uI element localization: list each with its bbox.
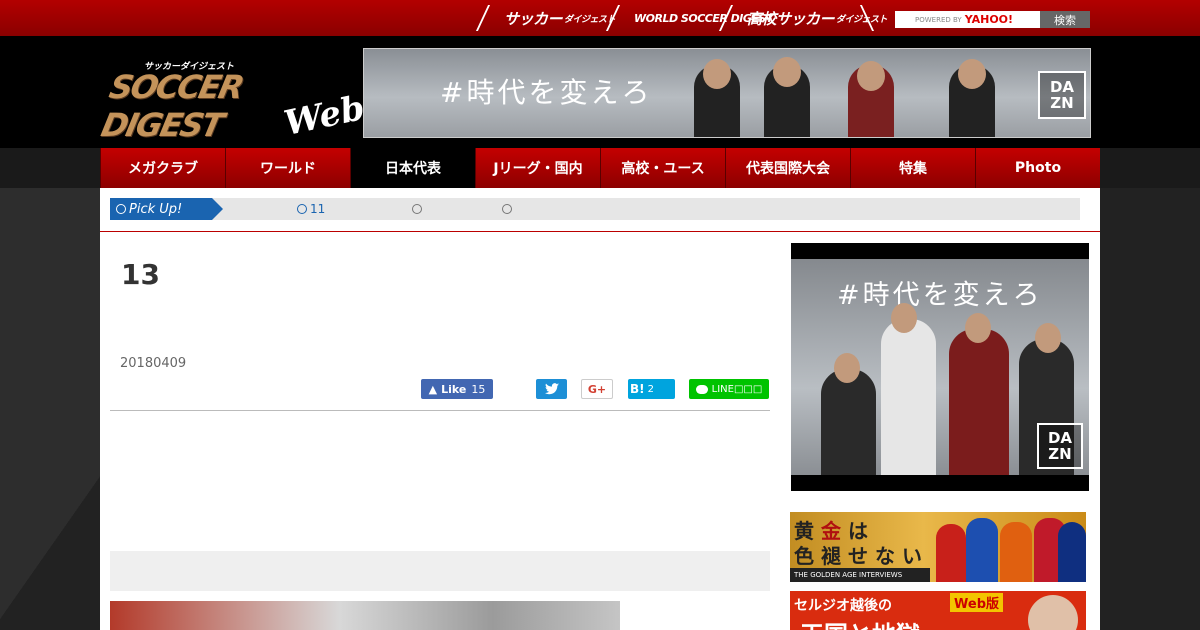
ad-person xyxy=(1000,522,1032,582)
twitter-bird-icon xyxy=(544,383,559,395)
dazn-line2: ZN xyxy=(1048,445,1072,463)
pickup-label-text: Pick Up! xyxy=(129,201,183,217)
article-photo xyxy=(110,601,620,630)
pickup-item[interactable] xyxy=(502,202,515,216)
twitter-share-button[interactable] xyxy=(536,379,567,399)
site-logo[interactable]: サッカーダイジェスト SOCCER DIGEST Web xyxy=(98,58,368,144)
ad-person xyxy=(966,518,998,582)
header-banner-ad[interactable]: #時代を変えろ DA ZN xyxy=(363,48,1091,138)
dazn-line1: DA xyxy=(1047,428,1073,447)
check-icon xyxy=(116,204,126,214)
dazn-logo: DA ZN xyxy=(1037,423,1083,469)
ad-person xyxy=(949,329,1009,475)
divider xyxy=(100,231,1100,232)
top-link-soccer-digest[interactable]: サッカー ダイジェスト xyxy=(475,2,616,34)
dazn-line1: DA xyxy=(1049,77,1075,96)
sergio-sub: 天国と地獄 xyxy=(800,615,920,630)
placeholder-bar xyxy=(110,551,770,591)
title-char: い xyxy=(902,544,922,568)
banner-face xyxy=(703,59,731,89)
ad-face xyxy=(965,313,991,343)
nav-item-photo[interactable]: Photo xyxy=(975,148,1100,188)
search-button[interactable]: 検索 xyxy=(1040,11,1090,28)
ad-face xyxy=(1028,595,1078,630)
ad-face xyxy=(891,303,917,333)
google-plus-button[interactable]: G+ xyxy=(581,379,613,399)
pickup-bar: Pick Up! 11 xyxy=(110,198,1080,220)
web-badge: Web版 xyxy=(950,593,1003,612)
yahoo-logo: YAHOO! xyxy=(964,13,1014,26)
nav-item-megaclub[interactable]: メガクラブ xyxy=(100,148,225,188)
search-powered-label: POWERED BY xyxy=(915,15,962,24)
nav-item-feature[interactable]: 特集 xyxy=(850,148,975,188)
title-char: せ xyxy=(848,544,868,568)
sidebar-ad-sergio[interactable]: セルジオ越後の Web版 天国と地獄 xyxy=(790,591,1086,630)
hatena-bookmark-button[interactable]: B! 2 xyxy=(628,379,675,399)
facebook-like-label: Like xyxy=(441,382,467,396)
ad-person xyxy=(881,319,936,475)
nav-item-high-school-youth[interactable]: 高校・ユース xyxy=(600,148,725,188)
ad-person xyxy=(821,369,876,475)
banner-face xyxy=(773,57,801,87)
line-share-button[interactable]: LINE□□□ xyxy=(689,379,769,399)
nav-item-j-league[interactable]: Jリーグ・国内 xyxy=(475,148,600,188)
facebook-like-button[interactable]: ▲ Like 15 xyxy=(421,379,493,399)
hatena-count: 2 xyxy=(647,383,654,395)
chevron-icon xyxy=(475,5,501,31)
title-char: な xyxy=(875,544,895,568)
top-bar: サッカー ダイジェスト WORLD SOCCER DIGEST 高校サッカー ダ… xyxy=(0,0,1200,36)
top-link-label: 高校サッカー xyxy=(747,9,835,28)
ad-face xyxy=(1035,323,1061,353)
dazn-logo: DA ZN xyxy=(1038,71,1086,119)
article-title: 13 xyxy=(121,258,160,291)
ad-face xyxy=(834,353,860,383)
line-icon xyxy=(695,384,708,394)
main-nav: メガクラブ ワールド 日本代表 Jリーグ・国内 高校・ユース 代表国際大会 特集… xyxy=(100,148,1100,188)
ad-person xyxy=(1058,522,1086,582)
article-date: 20180409 xyxy=(120,356,187,371)
pickup-item[interactable] xyxy=(412,202,425,216)
golden-age-caption: THE GOLDEN AGE INTERVIEWS xyxy=(790,568,930,582)
thumbs-up-icon: ▲ xyxy=(428,382,438,396)
top-link-label: サッカー xyxy=(504,9,563,28)
top-link-sub: ダイジェスト xyxy=(564,14,616,25)
pickup-label: Pick Up! xyxy=(110,198,223,220)
sergio-title: セルジオ越後の xyxy=(794,598,892,614)
sidebar-ad-slogan: #時代を変えろ xyxy=(837,280,1043,311)
golden-age-title-line2: 色 褪 せ な い xyxy=(794,540,929,569)
hatena-label: B! xyxy=(630,382,645,396)
facebook-like-count: 15 xyxy=(471,382,486,396)
pickup-item[interactable]: 11 xyxy=(297,202,325,216)
banner-face xyxy=(958,59,986,89)
check-icon xyxy=(502,204,512,214)
ad-person xyxy=(936,524,966,582)
search-input[interactable]: POWERED BY YAHOO! xyxy=(895,11,1040,28)
banner-face xyxy=(857,61,885,91)
dazn-line2: ZN xyxy=(1050,94,1074,112)
nav-item-international[interactable]: 代表国際大会 xyxy=(725,148,850,188)
main-content: Pick Up! 11 13 20180409 ▲ Like 15 G+ B! … xyxy=(100,188,1100,630)
banner-slogan: #時代を変えろ xyxy=(440,76,653,109)
check-icon xyxy=(297,204,307,214)
pickup-item-text: 11 xyxy=(310,202,326,216)
divider xyxy=(110,410,770,411)
nav-item-world[interactable]: ワールド xyxy=(225,148,350,188)
sidebar-ad-dazn[interactable]: #時代を変えろ DA ZN xyxy=(791,243,1089,491)
nav-item-japan-national[interactable]: 日本代表 xyxy=(350,148,475,188)
check-icon xyxy=(412,204,422,214)
title-char: 褪 xyxy=(821,544,841,568)
line-label: LINE□□□ xyxy=(711,383,763,395)
sidebar-ad-golden-age[interactable]: 黄 金 は 色 褪 せ な い THE GOLDEN AGE INTERVIEW… xyxy=(790,512,1086,582)
title-char: 色 xyxy=(794,544,814,568)
